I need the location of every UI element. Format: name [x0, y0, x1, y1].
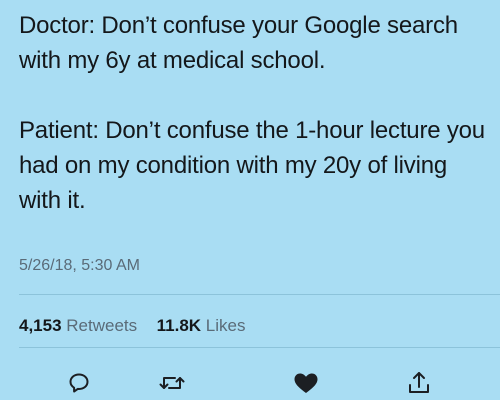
retweets-stat[interactable]: 4,153 Retweets: [19, 316, 142, 335]
divider: [19, 347, 500, 348]
reply-icon: [69, 373, 89, 393]
retweet-count: 4,153: [19, 316, 62, 335]
share-button[interactable]: [404, 370, 434, 396]
tweet-text-paragraph-2: Patient: Don’t confuse the 1-hour lectur…: [19, 117, 485, 214]
reply-button[interactable]: [64, 370, 94, 396]
like-count: 11.8K: [156, 316, 202, 335]
retweet-button[interactable]: [157, 370, 187, 396]
heart-icon: [294, 373, 318, 393]
tweet-timestamp[interactable]: 5/26/18, 5:30 AM: [19, 256, 140, 276]
divider: [19, 294, 500, 295]
like-label: Likes: [205, 316, 246, 335]
share-icon: [409, 372, 429, 393]
like-button[interactable]: [291, 370, 321, 396]
likes-stat[interactable]: 11.8K Likes: [152, 316, 246, 335]
tweet-stats: 4,153 Retweets 11.8K Likes: [19, 315, 245, 337]
tweet-text-paragraph-1: Doctor: Don’t confuse your Google search…: [19, 12, 458, 74]
tweet-card: Doctor: Don’t confuse your Google search…: [0, 0, 500, 400]
retweet-label: Retweets: [66, 316, 138, 335]
retweet-icon: [159, 377, 185, 389]
